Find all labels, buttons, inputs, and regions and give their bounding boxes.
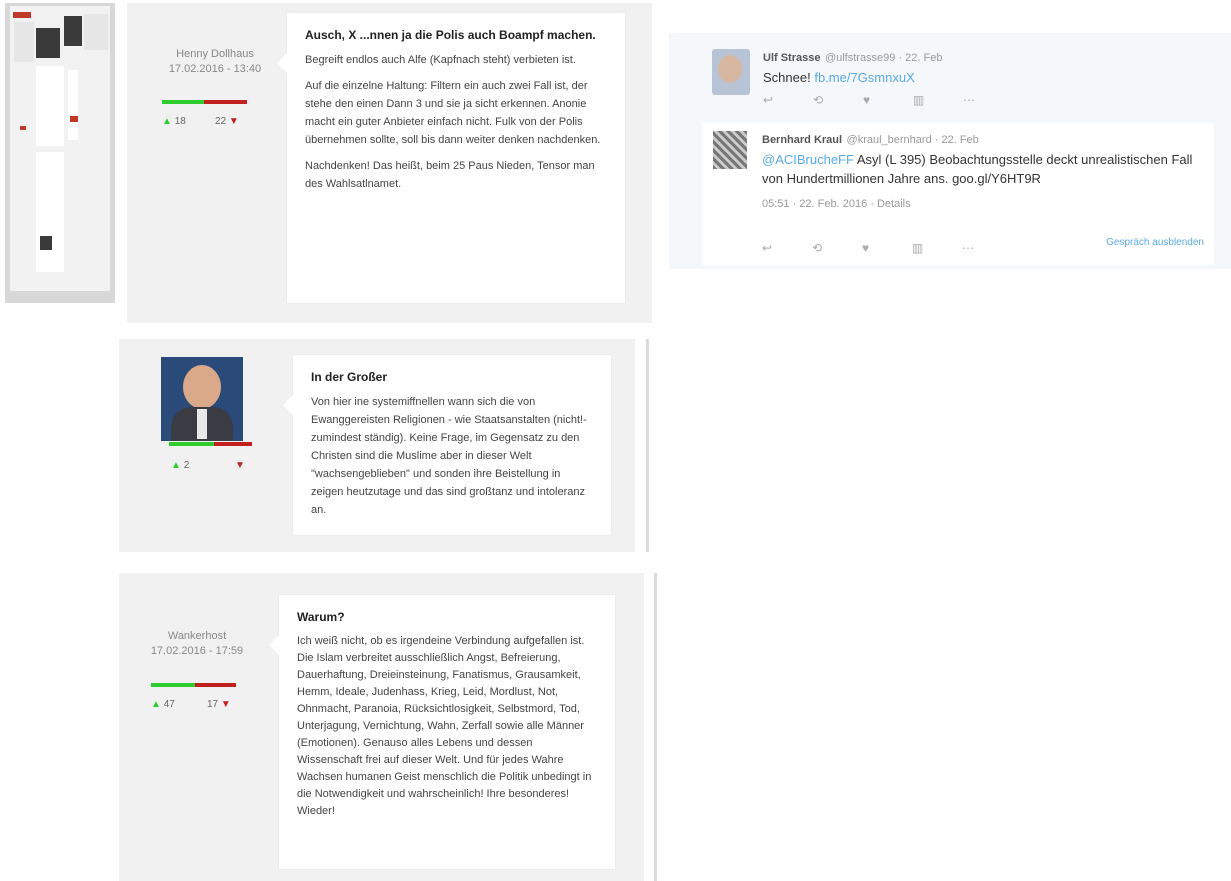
- comment-paragraph: Nachdenken! Das heißt, beim 25 Paus Nied…: [305, 160, 595, 190]
- thumb-down-icon: ▼: [235, 460, 245, 471]
- tweet-reply: Bernhard Kraul @kraul_bernhard · 22. Feb…: [702, 123, 1214, 265]
- analytics-icon[interactable]: ▥: [912, 241, 962, 255]
- divider: [654, 573, 657, 881]
- comment-author[interactable]: Henny Dollhaus: [145, 47, 285, 62]
- thumb-down-icon: ▼: [220, 699, 231, 710]
- upvote-count: 2: [183, 460, 190, 471]
- comment-paragraph: Von hier ine systemiffnellen wann sich d…: [311, 396, 587, 516]
- divider: [646, 339, 649, 552]
- reply-timestamp[interactable]: 05:51 · 22. Feb. 2016 · Details: [762, 198, 1202, 210]
- tweet-link[interactable]: fb.me/7GsmnxuX: [814, 70, 914, 85]
- downvote-button[interactable]: 17 ▼: [207, 699, 231, 710]
- thumb-down-icon: ▼: [228, 116, 239, 127]
- reply-mention[interactable]: @ACIBrucheFF: [762, 152, 854, 167]
- like-icon[interactable]: ♥: [862, 241, 912, 255]
- like-icon[interactable]: ♥: [863, 93, 913, 107]
- hide-conversation-link[interactable]: Gespräch ausblenden: [1106, 237, 1204, 248]
- comment-title: In der Großer: [311, 370, 388, 384]
- reply-author-handle[interactable]: @kraul_bernhard · 22. Feb: [847, 134, 979, 146]
- thumb-up-icon: ▲: [162, 116, 172, 127]
- comment-card: Warum? Ich weiß nicht, ob es irgendeine …: [269, 595, 615, 869]
- vote-ratio-bar: [162, 100, 247, 104]
- avatar[interactable]: [161, 357, 243, 441]
- reply-icon[interactable]: ↩: [762, 241, 812, 255]
- reply-author-name[interactable]: Bernhard Kraul: [762, 134, 842, 146]
- comment-title: Ausch, X ...nnen ja die Polis auch Boamp…: [305, 28, 596, 42]
- avatar[interactable]: [713, 131, 747, 169]
- comment-author[interactable]: Wankerhost: [137, 629, 257, 644]
- comment-date: 17.02.2016 - 13:40: [168, 63, 262, 75]
- upvote-button[interactable]: ▲ 18: [162, 116, 186, 127]
- upvote-count: 18: [174, 116, 186, 127]
- downvote-count: 17: [207, 699, 219, 710]
- page-thumbnail[interactable]: [5, 3, 115, 303]
- more-icon[interactable]: ⋯: [963, 93, 1013, 107]
- thumb-up-icon: ▲: [151, 699, 161, 710]
- tweet-author-handle[interactable]: @ulfstrasse99 · 22. Feb: [825, 52, 943, 64]
- comment-card: In der Großer Von hier ine systemiffnell…: [283, 355, 611, 535]
- downvote-button[interactable]: ▼: [235, 460, 245, 471]
- comment-card: Ausch, X ...nnen ja die Polis auch Boamp…: [277, 13, 625, 303]
- vote-ratio-bar: [169, 442, 252, 446]
- comment-paragraph: Begreift endlos auch Alfe (Kapfnach steh…: [305, 54, 576, 66]
- reply-url[interactable]: goo.gl/Y6HT9R: [952, 171, 1041, 186]
- comment-title: Warum?: [297, 610, 345, 624]
- analytics-icon[interactable]: ▥: [913, 93, 963, 107]
- comment-panel: ▲ 2 ▼ In der Großer Von hier ine systemi…: [119, 339, 635, 552]
- upvote-count: 47: [163, 699, 175, 710]
- comment-panel: Henny Dollhaus 17.02.2016 - 13:40 ▲ 18 2…: [127, 3, 652, 323]
- comment-paragraph: Auf die einzelne Haltung: Filtern ein au…: [305, 80, 601, 146]
- more-icon[interactable]: ⋯: [962, 241, 1012, 255]
- retweet-icon[interactable]: ⟲: [812, 241, 862, 255]
- vote-ratio-bar: [151, 683, 236, 687]
- thumb-up-icon: ▲: [171, 460, 181, 471]
- thumbnail-page: [10, 6, 110, 291]
- comment-panel: Wankerhost 17.02.2016 - 17:59 ▲ 47 17 ▼ …: [119, 573, 644, 881]
- downvote-count: 22: [215, 116, 227, 127]
- reply-icon[interactable]: ↩: [763, 93, 813, 107]
- downvote-button[interactable]: 22 ▼: [215, 116, 239, 127]
- comment-paragraph: Ich weiß nicht, ob es irgendeine Verbind…: [297, 635, 592, 817]
- tweet-author-name[interactable]: Ulf Strasse: [763, 52, 820, 64]
- tweet-embed: Ulf Strasse @ulfstrasse99 · 22. Feb Schn…: [669, 33, 1231, 269]
- upvote-button[interactable]: ▲ 47: [151, 699, 175, 710]
- avatar[interactable]: [712, 49, 750, 95]
- comment-date: 17.02.2016 - 17:59: [150, 645, 244, 657]
- tweet-text: Schnee!: [763, 70, 811, 85]
- upvote-button[interactable]: ▲ 2: [171, 460, 189, 471]
- retweet-icon[interactable]: ⟲: [813, 93, 863, 107]
